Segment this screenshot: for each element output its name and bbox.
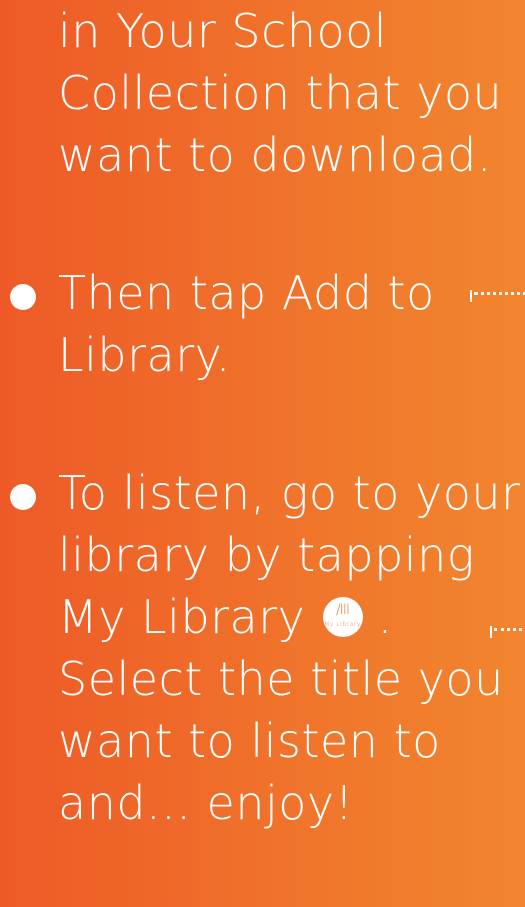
instruction-listen-line-1: To listen, go to your [58, 466, 521, 520]
bullet-add-to-library [10, 284, 36, 310]
instruction-line-1: in Your School [58, 4, 388, 58]
bullet-to-listen [10, 484, 36, 510]
instruction-line-2: Collection that you [58, 66, 503, 120]
instruction-listen-line-2: library by tapping [58, 528, 475, 582]
instruction-listen-line-3: My Library /III My Library . [58, 594, 393, 641]
instruction-listen-line-4: Select the title you [58, 652, 504, 706]
period-text: . [377, 590, 393, 644]
instruction-add-to-library-line-1: Then tap Add to [58, 266, 435, 320]
instruction-add-to-library-line-2: Library. [58, 328, 231, 382]
instruction-listen-line-6: and... enjoy! [58, 776, 354, 830]
instruction-line-3: want to download. [58, 128, 492, 182]
my-library-text: My Library [58, 590, 306, 644]
instruction-listen-line-5: want to listen to [58, 714, 441, 768]
my-library-icon: /III My Library [322, 596, 363, 637]
